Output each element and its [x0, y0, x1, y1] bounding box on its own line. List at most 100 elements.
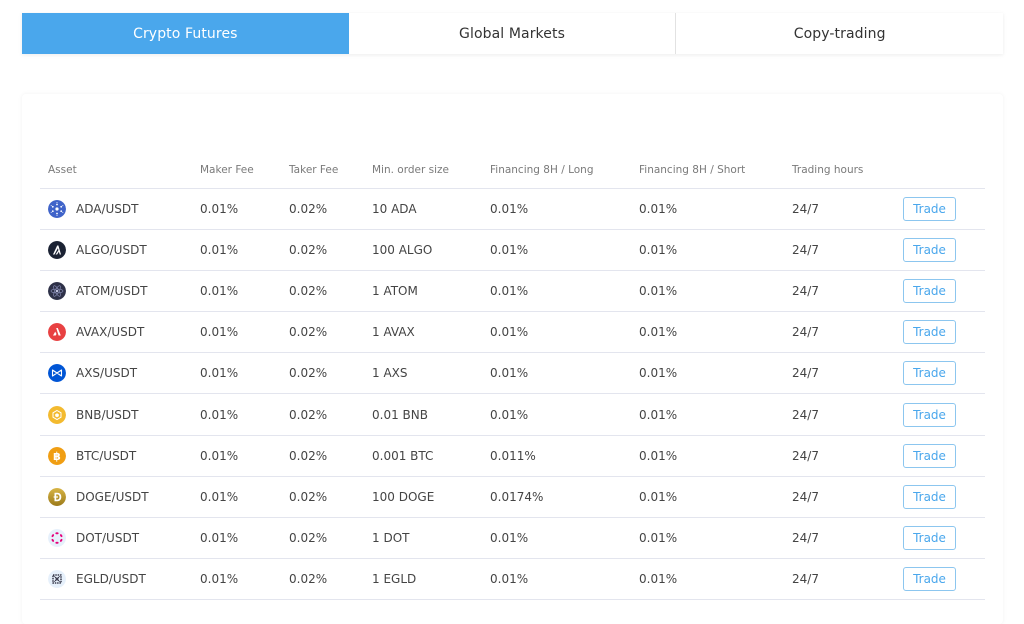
- taker-fee-cell: 0.02%: [281, 270, 364, 313]
- maker-fee-cell: 0.01%: [192, 270, 281, 313]
- bnb-icon: [48, 405, 66, 424]
- market-tabs: Crypto Futures Global Markets Copy-tradi…: [22, 13, 1003, 54]
- trading-hours-cell: 24/7: [784, 435, 895, 477]
- financing-short-cell: 0.01%: [631, 435, 784, 477]
- maker-fee-cell: 0.01%: [192, 393, 281, 436]
- min-order-cell: 1 EGLD: [364, 558, 482, 601]
- min-order-cell: 1 ATOM: [364, 270, 482, 313]
- maker-fee-cell: 0.01%: [192, 558, 281, 601]
- trade-button[interactable]: Trade: [903, 320, 956, 345]
- taker-fee-cell: 0.02%: [281, 311, 364, 354]
- header-financing-long: Financing 8H / Long: [482, 153, 631, 189]
- taker-fee-cell: 0.02%: [281, 188, 364, 230]
- financing-long-cell: 0.011%: [482, 435, 631, 477]
- header-action: [895, 153, 985, 189]
- asset-label-group: DOGE/USDT: [48, 487, 192, 506]
- maker-fee-cell: 0.01%: [192, 188, 281, 230]
- trade-button[interactable]: Trade: [903, 402, 956, 427]
- asset-label-group: ALGO/USDT: [48, 240, 192, 259]
- trade-button[interactable]: Trade: [903, 484, 956, 509]
- maker-fee-cell: 0.01%: [192, 229, 281, 271]
- algo-icon: [48, 240, 66, 259]
- financing-long-cell: 0.01%: [482, 393, 631, 436]
- min-order-cell: 100 ALGO: [364, 229, 482, 271]
- trading-hours-cell: 24/7: [784, 270, 895, 313]
- action-cell: Trade: [895, 311, 985, 354]
- maker-fee-cell: 0.01%: [192, 352, 281, 395]
- asset-name: ADA/USDT: [76, 201, 139, 216]
- trade-button[interactable]: Trade: [903, 278, 956, 303]
- asset-name: AVAX/USDT: [76, 325, 145, 340]
- btc-icon: ฿: [48, 446, 66, 465]
- asset-cell: ฿ BTC/USDT: [40, 435, 192, 477]
- maker-fee-cell: 0.01%: [192, 435, 281, 477]
- tab-global-markets[interactable]: Global Markets: [349, 13, 676, 54]
- egld-icon: [48, 570, 66, 589]
- table-row: DOGE/USDT 0.01% 0.02% 100 DOGE 0.0174% 0.01% 2…: [40, 476, 985, 519]
- action-cell: Trade: [895, 476, 985, 519]
- table-row: ALGO/USDT 0.01% 0.02% 100 ALGO 0.01% 0.01% 24/…: [40, 229, 985, 271]
- financing-long-cell: 0.01%: [482, 270, 631, 313]
- axs-icon: [48, 364, 66, 383]
- financing-short-cell: 0.01%: [631, 393, 784, 436]
- asset-name: DOT/USDT: [76, 531, 140, 546]
- taker-fee-cell: 0.02%: [281, 393, 364, 436]
- asset-label-group: AVAX/USDT: [48, 323, 192, 342]
- asset-name: AXS/USDT: [76, 366, 138, 381]
- financing-long-cell: 0.01%: [482, 517, 631, 560]
- asset-cell: AXS/USDT: [40, 352, 192, 395]
- trading-hours-cell: 24/7: [784, 393, 895, 436]
- atom-icon: [48, 281, 66, 300]
- maker-fee-cell: 0.01%: [192, 517, 281, 560]
- asset-cell: ADA/USDT: [40, 188, 192, 230]
- trade-button[interactable]: Trade: [903, 526, 956, 551]
- taker-fee-cell: 0.02%: [281, 435, 364, 477]
- header-min-order: Min. order size: [364, 153, 482, 189]
- financing-long-cell: 0.01%: [482, 229, 631, 271]
- trade-button[interactable]: Trade: [903, 567, 956, 592]
- avax-icon: [48, 323, 66, 342]
- action-cell: Trade: [895, 352, 985, 395]
- financing-long-cell: 0.01%: [482, 188, 631, 230]
- trade-button[interactable]: Trade: [903, 237, 956, 262]
- financing-short-cell: 0.01%: [631, 188, 784, 230]
- asset-cell: ALGO/USDT: [40, 229, 192, 271]
- trade-button[interactable]: Trade: [903, 196, 956, 221]
- financing-short-cell: 0.01%: [631, 270, 784, 313]
- financing-short-cell: 0.01%: [631, 517, 784, 560]
- table-row: AXS/USDT 0.01% 0.02% 1 AXS 0.01% 0.01% 24/7 Tra…: [40, 352, 985, 395]
- table-row: BNB/USDT 0.01% 0.02% 0.01 BNB 0.01% 0.01% 24/7…: [40, 393, 985, 436]
- taker-fee-cell: 0.02%: [281, 558, 364, 601]
- trading-hours-cell: 24/7: [784, 188, 895, 230]
- asset-label-group: ADA/USDT: [48, 199, 192, 218]
- ada-icon: [48, 199, 66, 218]
- asset-cell: DOGE/USDT: [40, 476, 192, 519]
- asset-cell: ATOM/USDT: [40, 270, 192, 313]
- table-row: ADA/USDT 0.01% 0.02% 10 ADA 0.01% 0.01% 24/7 Tr…: [40, 188, 985, 230]
- trading-hours-cell: 24/7: [784, 476, 895, 519]
- header-maker-fee: Maker Fee: [192, 153, 281, 189]
- asset-label-group: EGLD/USDT: [48, 570, 192, 589]
- trade-button[interactable]: Trade: [903, 443, 956, 468]
- asset-label-group: ฿ BTC/USDT: [48, 446, 192, 465]
- asset-name: DOGE/USDT: [76, 489, 149, 504]
- action-cell: Trade: [895, 435, 985, 477]
- tab-copy-trading[interactable]: Copy-trading: [675, 13, 1003, 54]
- header-trading-hours: Trading hours: [784, 153, 895, 189]
- tab-crypto-futures[interactable]: Crypto Futures: [22, 13, 349, 54]
- min-order-cell: 1 AXS: [364, 352, 482, 395]
- min-order-cell: 10 ADA: [364, 188, 482, 230]
- table-row: AVAX/USDT 0.01% 0.02% 1 AVAX 0.01% 0.01% 24/7 T…: [40, 311, 985, 354]
- maker-fee-cell: 0.01%: [192, 476, 281, 519]
- trade-button[interactable]: Trade: [903, 361, 956, 386]
- taker-fee-cell: 0.02%: [281, 229, 364, 271]
- taker-fee-cell: 0.02%: [281, 517, 364, 560]
- min-order-cell: 100 DOGE: [364, 476, 482, 519]
- table-row: ฿ BTC/USDT 0.01% 0.02% 0.001 BTC 0.011% 0.01% 2…: [40, 435, 985, 477]
- financing-short-cell: 0.01%: [631, 476, 784, 519]
- asset-label-group: DOT/USDT: [48, 529, 192, 548]
- table-row: EGLD/USDT 0.01% 0.02% 1 EGLD 0.01% 0.01% 24/7 T…: [40, 558, 985, 601]
- action-cell: Trade: [895, 188, 985, 230]
- asset-cell: DOT/USDT: [40, 517, 192, 560]
- asset-cell: EGLD/USDT: [40, 558, 192, 601]
